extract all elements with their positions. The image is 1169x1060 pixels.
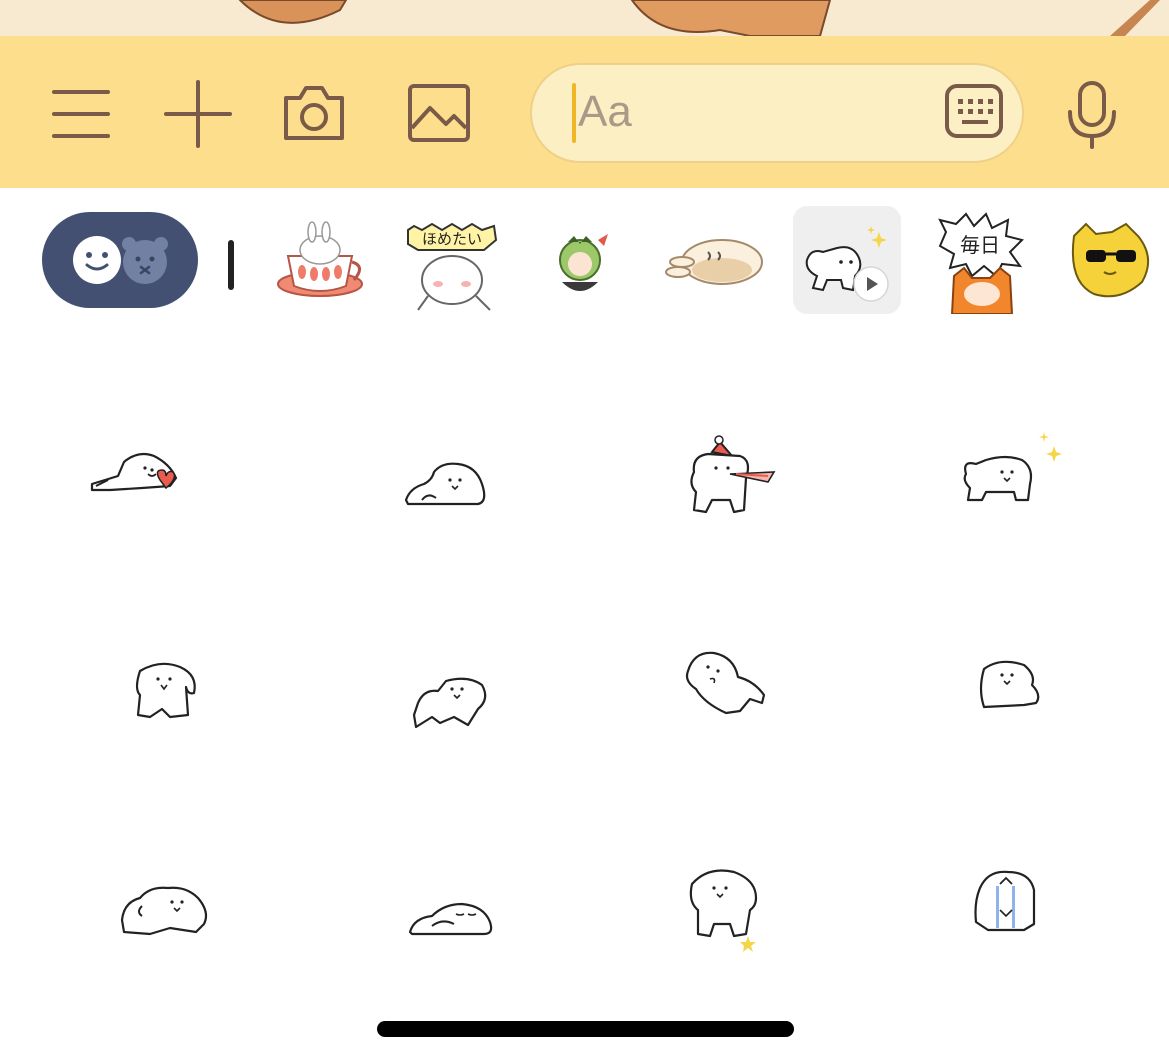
sticker-dog-small-sitting[interactable] <box>876 585 1168 810</box>
emoji-sticker-toggle[interactable] <box>42 212 198 308</box>
lying-bunny-sticker[interactable] <box>664 206 772 314</box>
plus-icon[interactable] <box>164 80 232 148</box>
chat-wallpaper <box>0 0 1169 36</box>
sticker-dog-lying-heart[interactable] <box>0 360 292 585</box>
bunny-teacup-sticker[interactable] <box>266 206 374 314</box>
message-placeholder: Aa <box>578 87 632 136</box>
mainichi-text: 毎日 <box>960 233 1000 257</box>
message-input[interactable]: Aa <box>530 63 1024 163</box>
green-hair-character-sticker[interactable] <box>528 206 636 314</box>
sticker-dog-stretching[interactable] <box>292 585 584 810</box>
keyboard-icon[interactable] <box>944 83 1004 139</box>
sticker-dog-standing-star[interactable] <box>584 810 876 1035</box>
home-indicator[interactable] <box>377 1021 794 1037</box>
tray-scroll-edge <box>228 240 234 290</box>
sunglasses-cat-sticker[interactable] <box>1060 206 1168 314</box>
camera-icon[interactable] <box>280 82 348 144</box>
image-icon[interactable] <box>406 82 472 144</box>
sticker-dog-party-hat[interactable] <box>584 360 876 585</box>
text-caret <box>572 83 576 143</box>
homeru-bunny-sticker[interactable]: ほめたい <box>398 206 506 314</box>
mainichi-character-sticker[interactable]: 毎日 <box>926 206 1034 315</box>
microphone-icon[interactable] <box>1064 80 1120 150</box>
homeru-text: ほめたい <box>422 230 482 248</box>
sticker-dog-crying[interactable] <box>876 810 1168 1035</box>
sticker-dog-rolling[interactable] <box>584 585 876 810</box>
chat-input-toolbar: Aa <box>0 36 1169 188</box>
sticker-dog-sitting[interactable] <box>0 585 292 810</box>
sticker-dog-sleeping[interactable] <box>292 810 584 1035</box>
smiley-icon <box>73 236 121 284</box>
sticker-dog-sparkle[interactable] <box>876 360 1168 585</box>
animated-dog-sticker[interactable] <box>793 206 901 314</box>
sticker-dog-resting[interactable] <box>0 810 292 1035</box>
sticker-dog-lying-down[interactable] <box>292 360 584 585</box>
menu-icon[interactable] <box>50 86 112 142</box>
bear-icon <box>122 237 168 284</box>
